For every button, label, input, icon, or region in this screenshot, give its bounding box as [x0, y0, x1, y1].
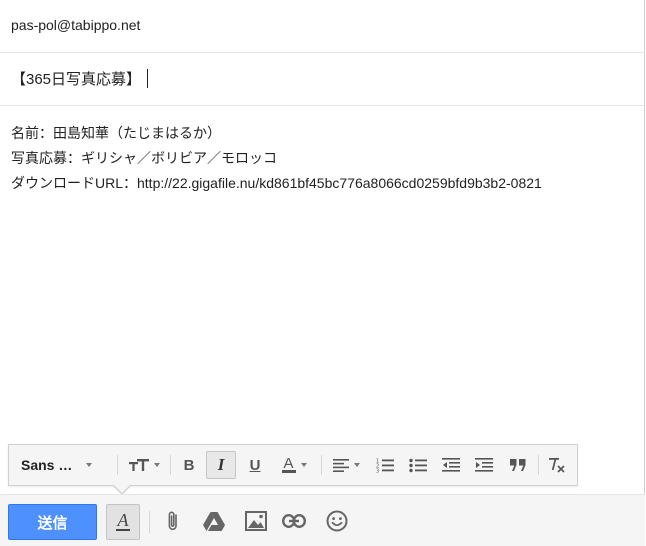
bulleted-list-icon [409, 458, 427, 472]
emoji-icon [326, 510, 348, 532]
quote-icon [510, 459, 526, 471]
subject-text: 【365日写真応募】 [11, 71, 142, 88]
chevron-down-icon [153, 463, 160, 467]
subject-input[interactable]: 【365日写真応募】 [11, 68, 149, 89]
formatting-options-button[interactable]: A [106, 504, 140, 540]
bold-icon: B [183, 456, 195, 474]
quote-button[interactable] [504, 451, 532, 479]
numbered-list-icon: 1 2 3 [376, 458, 394, 473]
chevron-down-icon [353, 463, 360, 467]
align-left-icon [332, 458, 349, 472]
font-family-select[interactable]: Sans … [15, 451, 111, 479]
photo-icon [245, 511, 267, 531]
attach-icon [168, 511, 177, 531]
remove-formatting-icon [549, 458, 565, 473]
italic-button[interactable]: I [206, 451, 236, 479]
font-size-button[interactable] [123, 451, 165, 479]
remove-formatting-button[interactable] [543, 451, 571, 479]
divider [321, 455, 322, 475]
body-line-photos: 写真応募：ギリシャ／ボリビア／モロッコ [11, 150, 277, 166]
divider [149, 511, 150, 533]
indent-less-button[interactable] [437, 451, 465, 479]
bold-button[interactable]: B [175, 451, 203, 479]
numbered-list-button[interactable]: 1 2 3 [371, 451, 399, 479]
chevron-down-icon [86, 463, 93, 467]
send-button[interactable]: 送信 [8, 504, 97, 540]
to-field[interactable]: pas-pol@tabippo.net [0, 0, 645, 53]
svg-text:3: 3 [376, 468, 379, 473]
indent-more-icon [475, 458, 493, 472]
subject-field[interactable]: 【365日写真応募】 [0, 53, 645, 106]
bulleted-list-button[interactable] [404, 451, 432, 479]
formatting-toolbar: Sans … B I U A 1 2 3 [8, 444, 578, 486]
link-icon [282, 514, 306, 528]
text-color-button[interactable]: A [273, 451, 315, 479]
compose-action-bar: 送信 A [0, 494, 645, 546]
indent-less-icon [442, 458, 460, 472]
font-size-icon [128, 459, 149, 471]
divider [538, 455, 539, 475]
to-recipient[interactable]: pas-pol@tabippo.net [11, 17, 140, 33]
text-cursor [147, 69, 149, 88]
underline-button[interactable]: U [241, 451, 269, 479]
font-family-label: Sans … [21, 457, 73, 473]
insert-photo-button[interactable] [243, 508, 269, 534]
body-line-name: 名前：田島知華（たじまはるか） [11, 125, 221, 141]
text-format-icon: A [116, 510, 130, 531]
message-body[interactable]: 名前：田島知華（たじまはるか） 写真応募：ギリシャ／ボリビア／モロッコ ダウンロ… [11, 121, 542, 196]
align-button[interactable] [326, 451, 366, 479]
indent-more-button[interactable] [470, 451, 498, 479]
compose-window: pas-pol@tabippo.net 【365日写真応募】 名前：田島知華（た… [0, 0, 645, 546]
insert-drive-button[interactable] [201, 508, 227, 534]
divider [170, 455, 171, 475]
attach-files-button[interactable] [160, 508, 186, 534]
chevron-down-icon [300, 463, 307, 467]
body-line-download-url: ダウンロードURL：http://22.gigafile.nu/kd861bf4… [11, 175, 542, 191]
divider [117, 455, 118, 475]
drive-icon [203, 511, 225, 531]
insert-link-button[interactable] [281, 508, 307, 534]
text-color-icon: A [281, 455, 296, 473]
underline-icon: U [249, 456, 261, 474]
insert-emoji-button[interactable] [324, 508, 350, 534]
italic-icon: I [217, 455, 225, 474]
